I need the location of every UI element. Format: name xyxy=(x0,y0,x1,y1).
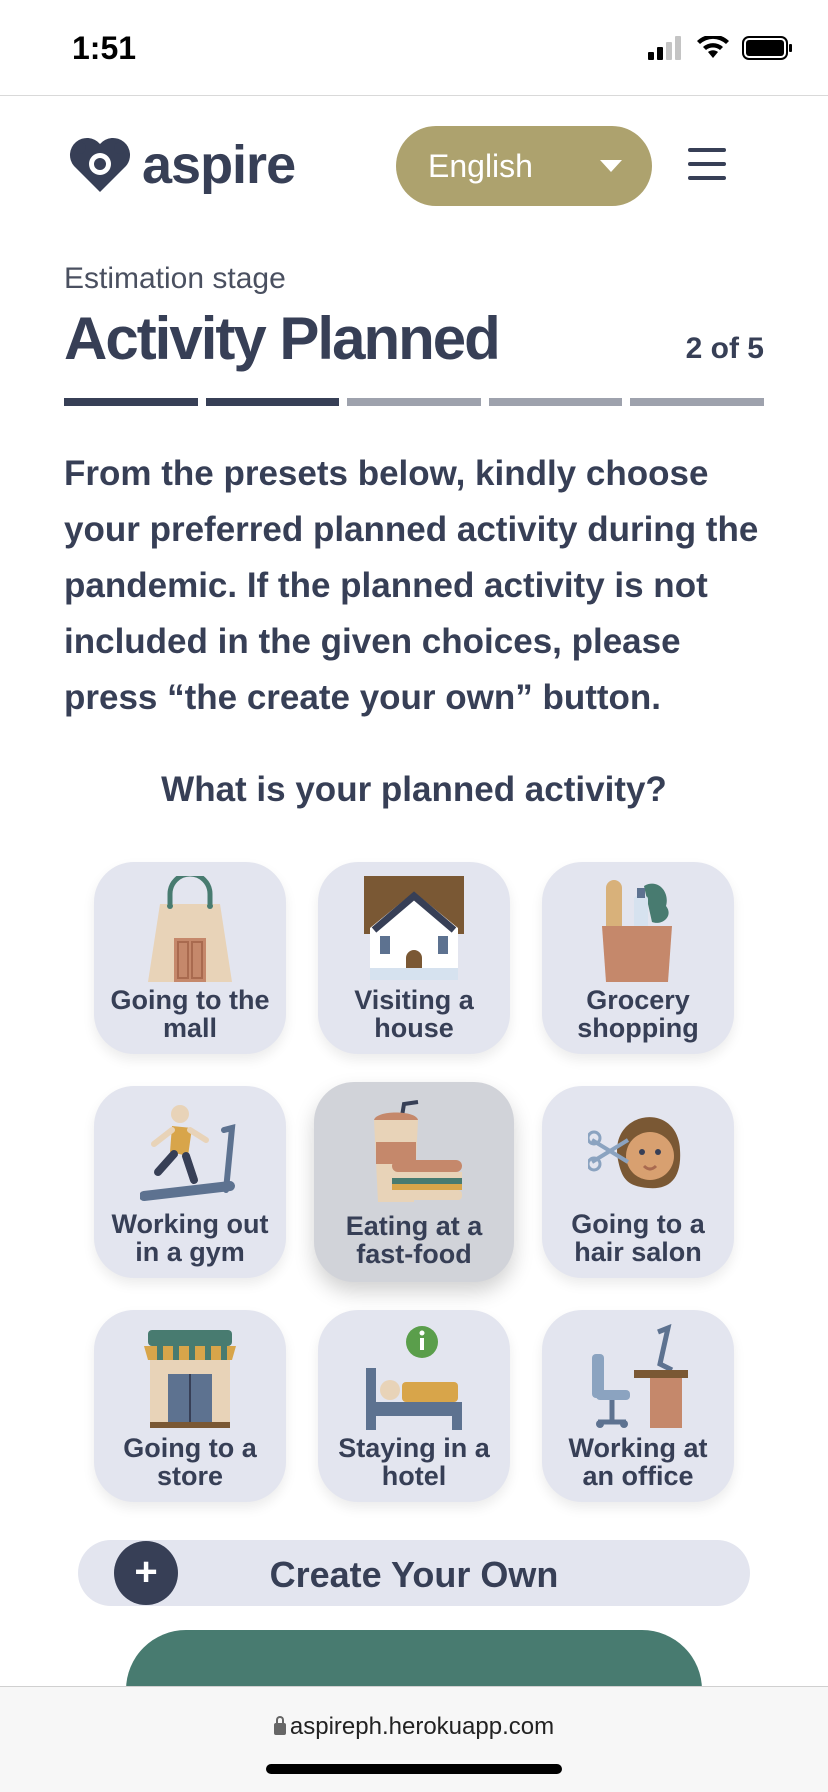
status-icons xyxy=(648,36,794,60)
activity-card-store[interactable]: Going to a store xyxy=(94,1310,286,1502)
url-text: aspireph.herokuapp.com xyxy=(0,1713,828,1741)
heart-gear-icon xyxy=(69,137,131,192)
activity-card-office[interactable]: Working at an office xyxy=(542,1310,734,1502)
activity-label: Grocery shopping xyxy=(577,985,699,1043)
progress-segment xyxy=(64,398,198,406)
logo-text: aspire xyxy=(142,135,296,195)
language-select[interactable]: English xyxy=(396,126,652,206)
chevron-down-icon xyxy=(600,160,622,172)
activity-label: Visiting a house xyxy=(354,985,474,1043)
burger-drink-icon xyxy=(374,1100,462,1202)
hotel-bed-icon xyxy=(366,1326,462,1430)
progress-segment xyxy=(488,398,623,406)
activity-card-house[interactable]: Visiting a house xyxy=(318,862,510,1054)
activity-label: Going to a store xyxy=(123,1433,257,1491)
wifi-icon xyxy=(697,36,729,58)
activity-card-fast-food[interactable]: Eating at a fast-food xyxy=(314,1082,514,1282)
progress-bar xyxy=(64,398,764,406)
question-heading: What is your planned activity? xyxy=(161,770,667,809)
progress-segment xyxy=(630,398,764,406)
activity-label: Going to the mall xyxy=(110,985,270,1043)
instructions-text: From the presets below, kindly choose yo… xyxy=(64,454,759,717)
house-icon xyxy=(364,876,464,980)
home-indicator xyxy=(266,1764,562,1774)
activity-card-mall[interactable]: Going to the mall xyxy=(94,862,286,1054)
logo[interactable]: aspire xyxy=(66,134,296,196)
activity-label: Going to a hair salon xyxy=(571,1209,705,1267)
status-time: 1:51 xyxy=(72,30,137,66)
lock-icon xyxy=(273,1716,286,1735)
activity-label: Eating at a fast-food xyxy=(345,1211,483,1269)
activity-card-hotel[interactable]: Staying in a hotel xyxy=(318,1310,510,1502)
battery-icon xyxy=(742,36,792,60)
page-title: Activity Planned xyxy=(64,305,501,372)
language-value: English xyxy=(428,147,533,184)
progress-segment xyxy=(347,398,481,406)
create-your-own-button[interactable]: Create Your Own + xyxy=(78,1540,750,1606)
office-desk-icon xyxy=(592,1324,688,1428)
plus-icon: + xyxy=(114,1541,178,1605)
hair-salon-icon xyxy=(588,1117,681,1189)
activity-card-gym[interactable]: Working out in a gym xyxy=(94,1086,286,1278)
activity-label: Working out in a gym xyxy=(111,1209,269,1267)
status-bar: 1:51 xyxy=(0,0,828,96)
app-header: aspire English xyxy=(0,96,828,236)
cellular-signal-icon xyxy=(648,36,681,60)
treadmill-icon xyxy=(140,1105,236,1201)
activity-label: Staying in a hotel xyxy=(338,1433,490,1491)
stage-label: Estimation stage xyxy=(64,262,286,295)
grocery-bag-icon xyxy=(602,880,672,982)
step-counter: 2 of 5 xyxy=(685,332,764,365)
create-your-own-label: Create Your Own xyxy=(269,1554,559,1595)
storefront-icon xyxy=(144,1330,236,1428)
activity-card-grocery[interactable]: Grocery shopping xyxy=(542,862,734,1054)
progress-segment xyxy=(205,398,340,406)
activity-card-hair-salon[interactable]: Going to a hair salon xyxy=(542,1086,734,1278)
browser-url-bar[interactable]: aspireph.herokuapp.com xyxy=(0,1686,828,1792)
activity-label: Working at an office xyxy=(568,1433,708,1491)
shopping-bag-icon xyxy=(148,876,232,982)
hamburger-menu-icon[interactable] xyxy=(688,148,728,180)
